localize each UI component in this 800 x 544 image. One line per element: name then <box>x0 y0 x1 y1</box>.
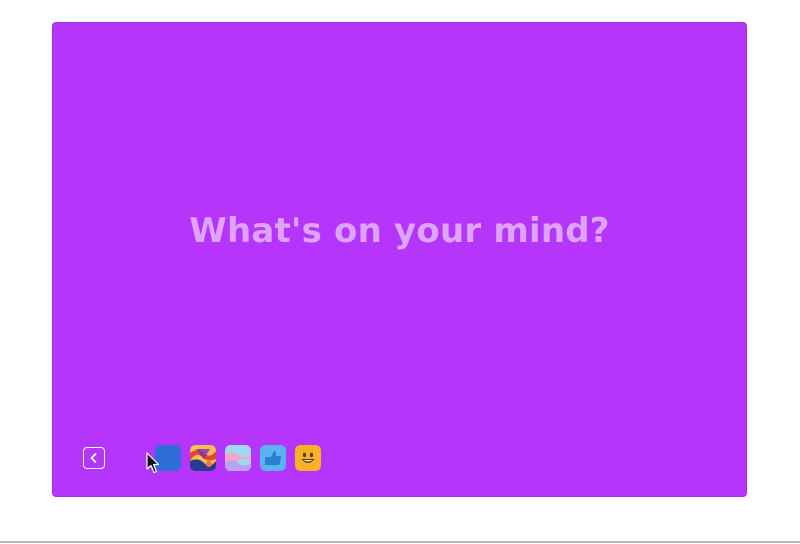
abstract-art-swatch-icon <box>190 445 216 471</box>
background-swatch-list <box>155 445 321 471</box>
smiley-emoji-swatch-icon <box>295 445 321 471</box>
swatch-thumbs-up[interactable] <box>260 445 286 471</box>
post-composer-card[interactable]: What's on your mind? <box>52 22 747 497</box>
solid-blue-swatch-icon <box>155 445 181 471</box>
back-button[interactable] <box>83 447 105 469</box>
swatch-solid-blue[interactable] <box>155 445 181 471</box>
swatch-smiley-emoji[interactable] <box>295 445 321 471</box>
post-prompt-text[interactable]: What's on your mind? <box>53 211 746 251</box>
page: What's on your mind? <box>0 0 800 544</box>
bottom-divider <box>0 541 800 543</box>
thumbs-up-swatch-icon <box>260 445 286 471</box>
pastel-waves-swatch-icon <box>225 445 251 471</box>
background-picker-toolbar <box>83 445 321 471</box>
chevron-left-icon <box>90 453 97 463</box>
swatch-pastel-waves[interactable] <box>225 445 251 471</box>
swatch-abstract-art[interactable] <box>190 445 216 471</box>
